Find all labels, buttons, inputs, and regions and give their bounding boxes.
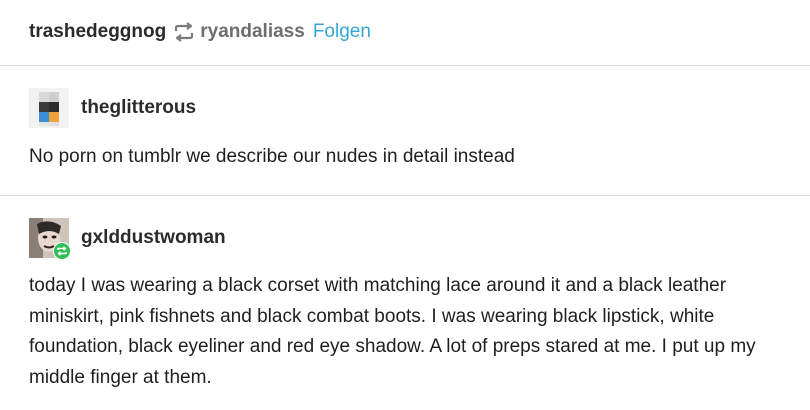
reblog-entry-theglitterous: theglitterous No porn on tumblr we descr… [0, 67, 810, 196]
post-header: trashedeggnog ryandaliass Folgen [0, 0, 810, 66]
entry-username[interactable]: gxlddustwoman [81, 227, 226, 249]
photo-avatar[interactable] [29, 218, 71, 260]
entry-header: theglitterous [29, 88, 196, 128]
entry-text: today I was wearing a black corset with … [29, 275, 756, 388]
reblogged-from-link[interactable]: ryandaliass [200, 21, 305, 43]
reblog-badge-icon [53, 242, 71, 260]
reblog-arrows-icon [172, 22, 196, 42]
entry-username[interactable]: theglitterous [81, 97, 196, 119]
reblog-entry-gxlddustwoman: gxlddustwoman today I was wearing a blac… [0, 197, 810, 410]
blog-name-link[interactable]: trashedeggnog [29, 21, 166, 43]
entry-text: No porn on tumblr we describe our nudes … [29, 146, 515, 167]
pixel-avatar[interactable] [29, 88, 69, 128]
entry-header: gxlddustwoman [29, 218, 226, 260]
reblog-trail-header: trashedeggnog ryandaliass Folgen [29, 20, 371, 44]
follow-button[interactable]: Folgen [313, 21, 371, 43]
